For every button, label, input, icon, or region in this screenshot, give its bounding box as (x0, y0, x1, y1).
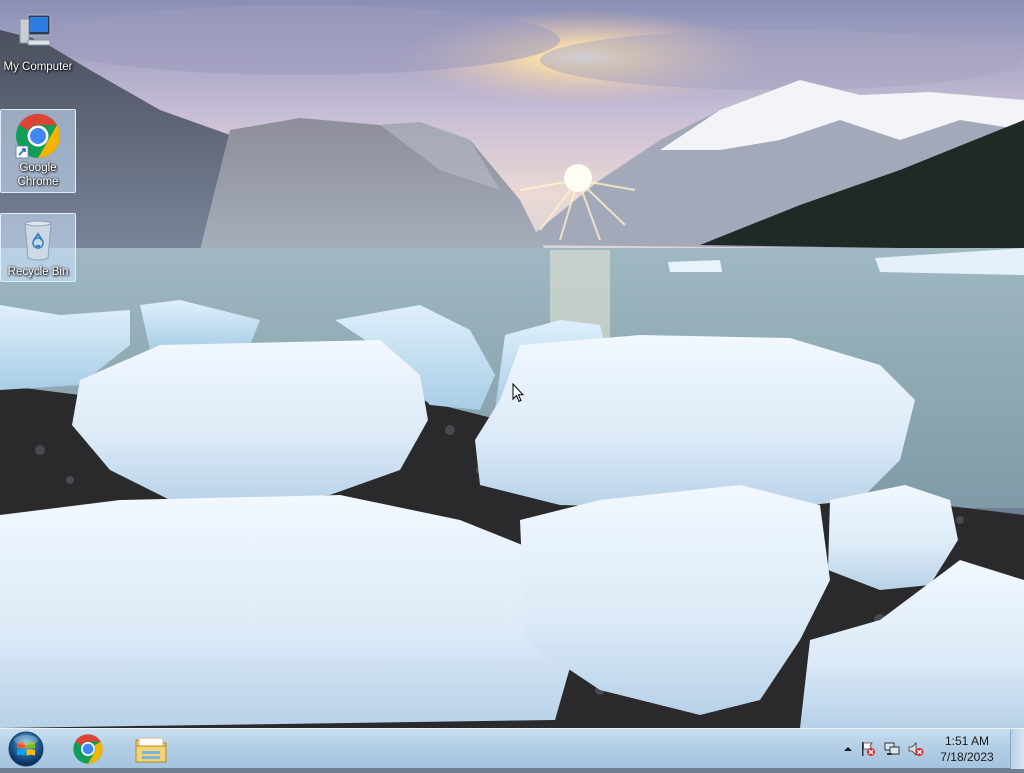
taskbar-chrome-button[interactable] (62, 730, 114, 767)
computer-icon (14, 11, 62, 59)
desktop-icon-frame: My Computer (0, 8, 76, 78)
desktop-icon-label-line2: Chrome (17, 176, 59, 188)
desktop-wallpaper (0, 0, 1024, 728)
desktop-icon-recycle-bin[interactable]: Recycle Bin (0, 213, 78, 282)
taskbar: 1:51 AM 7/18/2023 (0, 728, 1024, 769)
desktop-icon-frame: Google Chrome (0, 109, 76, 193)
network-icon[interactable] (884, 741, 900, 757)
clock-time: 1:51 AM (944, 734, 990, 748)
show-desktop-button[interactable] (1010, 729, 1024, 769)
action-center-flag-icon[interactable] (860, 741, 876, 757)
clock-date: 7/18/2023 (940, 750, 994, 764)
show-hidden-icons-arrow[interactable] (840, 741, 856, 757)
taskbar-clock[interactable]: 1:51 AM 7/18/2023 (932, 733, 1002, 765)
start-button[interactable] (6, 730, 46, 768)
system-tray: 1:51 AM 7/18/2023 (834, 729, 1024, 769)
volume-muted-icon[interactable] (908, 741, 924, 757)
desktop-icon-my-computer[interactable]: My Computer (0, 8, 78, 78)
windows-start-orb-icon (8, 731, 44, 767)
desktop-icon-label: My Computer (3, 61, 73, 73)
desktop-icon-frame: Recycle Bin (0, 213, 76, 282)
desktop-icon-label-line1: Google (19, 162, 57, 174)
chrome-icon (73, 733, 103, 764)
desktop-icon-google-chrome[interactable]: Google Chrome (0, 109, 78, 193)
desktop-icon-label: Recycle Bin (7, 266, 69, 278)
recycle-bin-icon (14, 216, 62, 264)
mouse-cursor-icon (512, 382, 525, 408)
chrome-icon (14, 112, 62, 160)
folder-explorer-icon (135, 737, 167, 762)
taskbar-explorer-button[interactable] (125, 730, 177, 767)
